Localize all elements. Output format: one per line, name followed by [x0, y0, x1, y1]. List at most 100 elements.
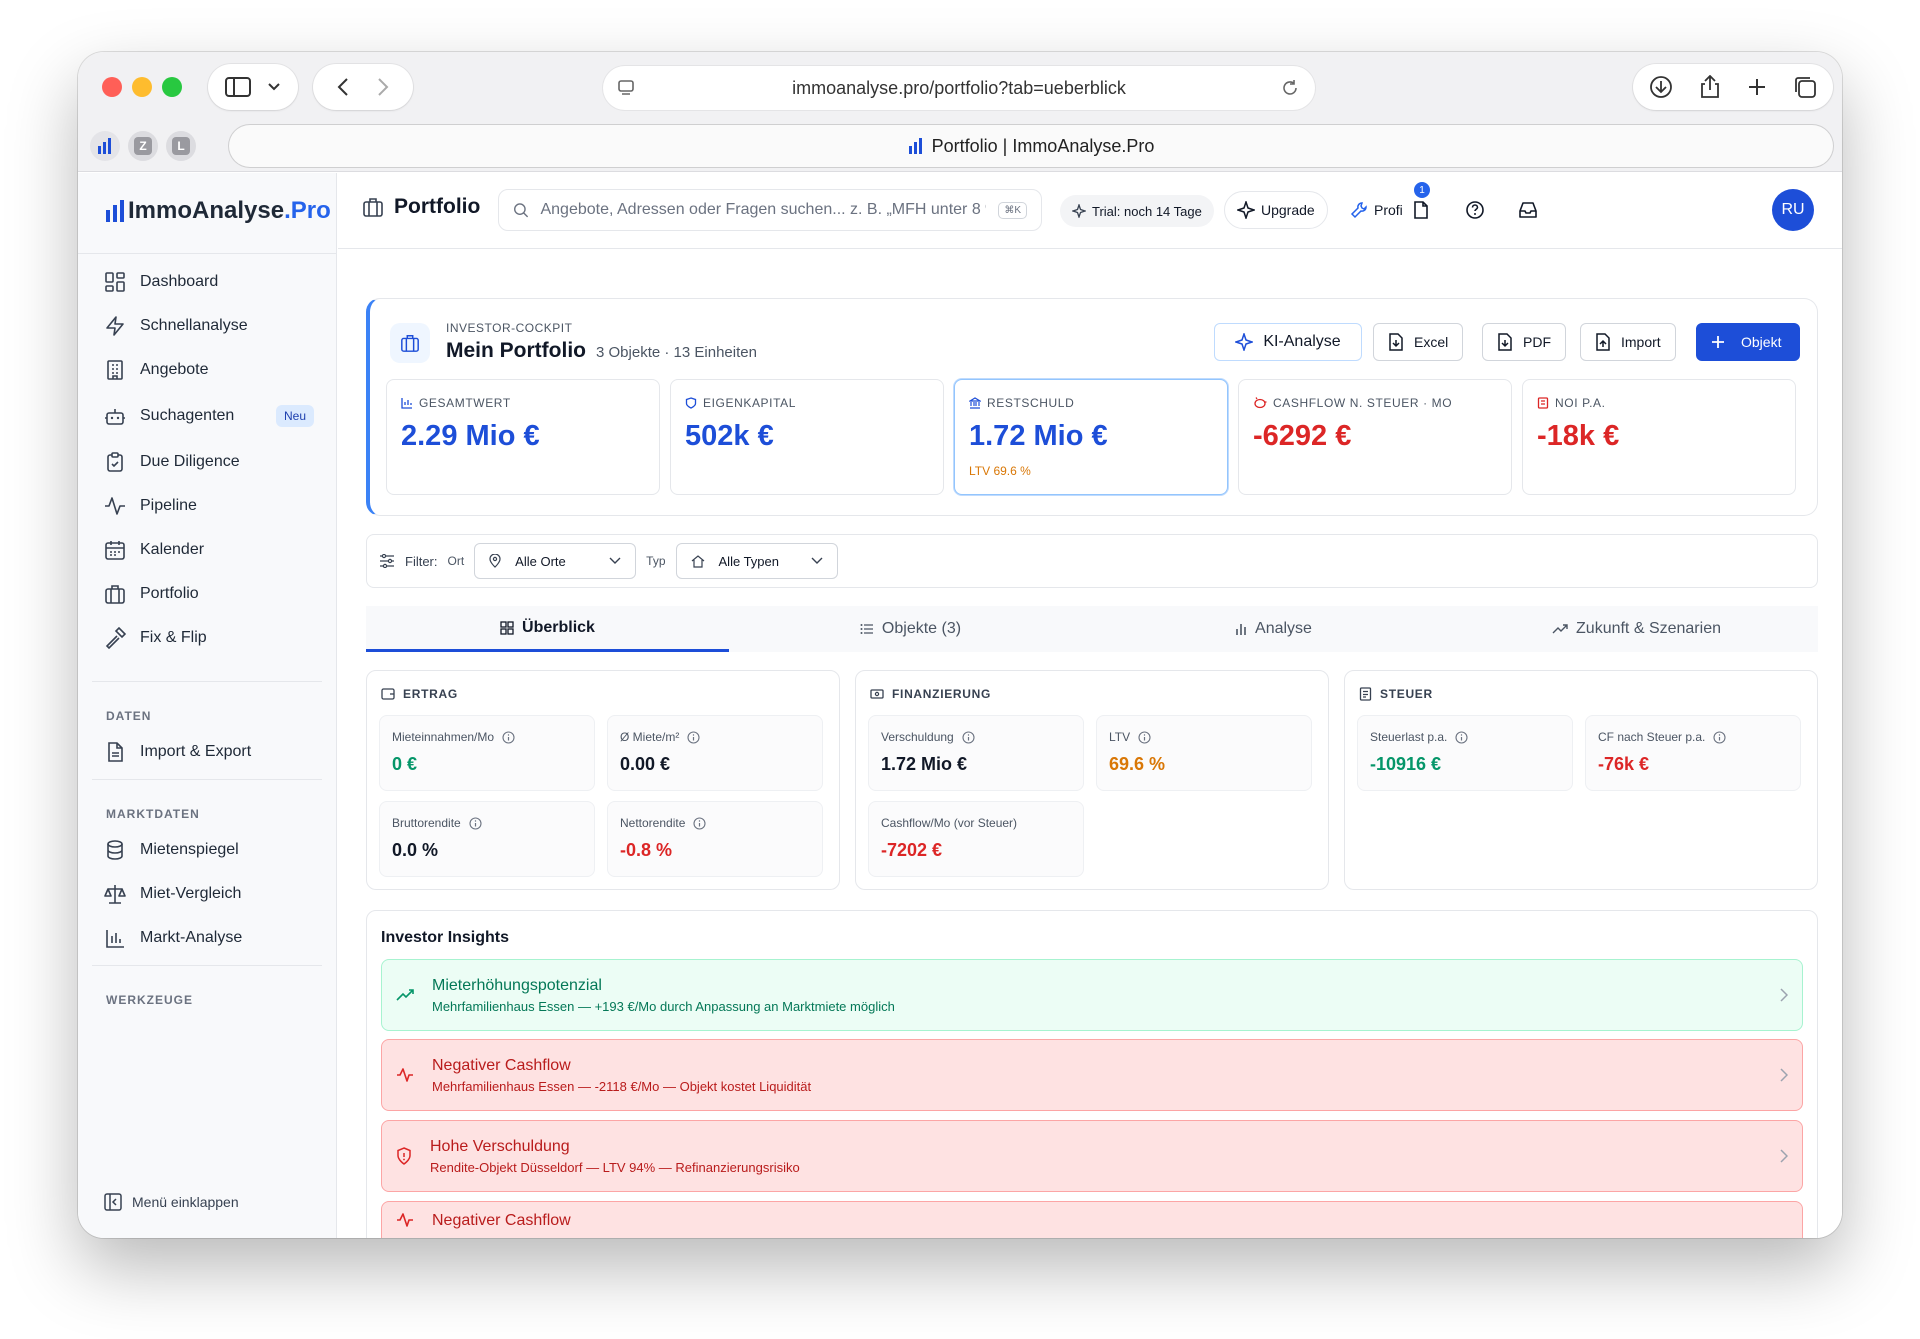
file-download-icon: [1389, 333, 1403, 351]
kpi-gesamtwert[interactable]: GESAMTWERT 2.29 Mio €: [386, 379, 660, 495]
insight-desc: Rendite-Objekt Düsseldorf — LTV 94% — Re…: [430, 1159, 800, 1175]
sidebar-item-fix-flip[interactable]: Fix & Flip: [104, 623, 314, 653]
sidebar-item-mietenspiegel[interactable]: Mietenspiegel: [104, 835, 314, 865]
building-icon: [107, 360, 123, 380]
file-icon: [108, 742, 123, 762]
calendar-icon: [105, 541, 125, 560]
sidebar-item-miet-vergleich[interactable]: Miet-Vergleich: [104, 879, 314, 909]
close-window-button[interactable]: [102, 77, 122, 97]
divider: [92, 965, 322, 966]
info-icon[interactable]: [1138, 730, 1151, 744]
sidebar-item-schnellanalyse[interactable]: Schnellanalyse: [104, 311, 314, 341]
reload-icon[interactable]: [1281, 79, 1299, 97]
back-arrow-icon[interactable]: [337, 77, 349, 97]
info-icon[interactable]: [1455, 730, 1468, 744]
upgrade-button[interactable]: Upgrade: [1224, 191, 1328, 229]
trial-badge[interactable]: Trial: noch 14 Tage: [1060, 195, 1214, 227]
sidebar-item-label: Import & Export: [140, 743, 252, 760]
sidebar-item-label: Kalender: [140, 541, 205, 558]
insight-item[interactable]: Mieterhöhungspotenzial Mehrfamilienhaus E…: [381, 959, 1803, 1031]
tab-objekte[interactable]: Objekte (3): [729, 606, 1092, 652]
sidebar-item-angebote[interactable]: Angebote: [104, 355, 314, 385]
page-settings-icon[interactable]: [617, 79, 635, 97]
sidebar-item-label: Angebote: [140, 361, 209, 378]
add-objekt-button[interactable]: Objekt: [1696, 323, 1800, 361]
favorite-immoanalyse[interactable]: [90, 131, 120, 161]
sidebar-item-suchagenten[interactable]: Suchagenten Neu: [104, 401, 314, 431]
chevron-right-icon: [1780, 1149, 1788, 1163]
sidebar-item-label: Suchagenten: [140, 407, 235, 424]
sidebar-item-label: Due Diligence: [140, 453, 240, 470]
favorite-z[interactable]: Z: [128, 131, 158, 161]
chevron-right-icon: [1780, 1068, 1788, 1082]
section-label-werkzeuge: WERKZEUGE: [106, 993, 193, 1007]
info-icon[interactable]: [962, 730, 975, 744]
kpi-restschuld[interactable]: RESTSCHULD 1.72 Mio € LTV 69.6 %: [954, 379, 1228, 495]
bolt-icon: [106, 316, 124, 336]
sidebar-item-label: Mietenspiegel: [140, 841, 239, 858]
insight-item[interactable]: Negativer Cashflow Mehrfamilienhaus Essen…: [381, 1039, 1803, 1111]
favorite-l[interactable]: L: [166, 131, 196, 161]
metric-cf-nach-steuer: CF nach Steuer p.a. -76k €: [1585, 715, 1801, 791]
tab-analyse[interactable]: Analyse: [1092, 606, 1455, 652]
search-input[interactable]: Angebote, Adressen oder Fragen suchen...…: [498, 189, 1042, 231]
kpi-cashflow[interactable]: CASHFLOW N. STEUER · MO -6292 €: [1238, 379, 1512, 495]
browser-tab-active[interactable]: Portfolio | ImmoAnalyse.Pro: [229, 125, 1833, 167]
sidebar-item-pipeline[interactable]: Pipeline: [104, 491, 314, 521]
tab-ueberblick[interactable]: Überblick: [366, 606, 729, 652]
bank-icon: [969, 397, 981, 409]
maximize-window-button[interactable]: [162, 77, 182, 97]
sidebar-item-portfolio[interactable]: Portfolio: [104, 579, 314, 609]
info-icon[interactable]: [693, 816, 706, 830]
sidebar-item-import-export[interactable]: Import & Export: [104, 737, 314, 767]
banknote-icon: [870, 689, 884, 699]
info-icon[interactable]: [469, 816, 482, 830]
info-icon[interactable]: [1713, 730, 1726, 744]
info-icon[interactable]: [502, 730, 515, 744]
forward-arrow-icon[interactable]: [377, 77, 389, 97]
info-icon[interactable]: [687, 730, 700, 744]
address-bar[interactable]: immoanalyse.pro/portfolio?tab=ueberblick: [603, 66, 1315, 110]
import-button[interactable]: Import: [1580, 323, 1676, 361]
sidebar-item-markt-analyse[interactable]: Markt-Analyse: [104, 923, 314, 953]
inbox-button[interactable]: [1508, 191, 1548, 229]
share-icon[interactable]: [1699, 75, 1721, 99]
notification-count-badge: 1: [1414, 182, 1430, 198]
inbox-icon: [1519, 202, 1537, 218]
download-icon[interactable]: [1649, 75, 1673, 99]
card-finanzierung: FINANZIERUNG Verschuldung 1.72 Mio € LTV…: [855, 670, 1329, 890]
file-download-icon: [1498, 333, 1512, 351]
insight-item[interactable]: Hohe Verschuldung Rendite-Objekt Düsseldo…: [381, 1120, 1803, 1192]
receipt-icon: [1359, 687, 1372, 701]
desktop: immoanalyse.pro/portfolio?tab=ueberblick…: [0, 0, 1920, 1339]
tab-zukunft[interactable]: Zukunft & Szenarien: [1455, 606, 1818, 652]
bar-chart-icon: [1236, 624, 1246, 635]
insights-title: Investor Insights: [381, 929, 510, 946]
search-placeholder: Angebote, Adressen oder Fragen suchen...…: [540, 201, 986, 218]
home-icon: [691, 555, 704, 568]
sidebar-item-label: Markt-Analyse: [140, 929, 243, 946]
kpi-noi[interactable]: NOI P.A. -18k €: [1522, 379, 1796, 495]
sidebar-icon: [225, 77, 251, 97]
excel-export-button[interactable]: Excel: [1373, 323, 1464, 361]
divider: [92, 681, 322, 682]
collapse-menu-button[interactable]: Menü einklappen: [104, 1193, 239, 1211]
tab-overview-icon[interactable]: [1793, 75, 1817, 99]
ki-analyse-button[interactable]: KI-Analyse: [1214, 323, 1362, 361]
sidebar-item-due-diligence[interactable]: Due Diligence: [104, 447, 314, 477]
ort-select[interactable]: Alle Orte: [474, 543, 637, 579]
pdf-export-button[interactable]: PDF: [1482, 323, 1566, 361]
sidebar-toggle-button[interactable]: [208, 64, 298, 110]
sidebar-item-label: Miet-Vergleich: [140, 885, 242, 902]
new-tab-icon[interactable]: [1747, 77, 1767, 97]
grid-icon: [500, 620, 514, 635]
typ-select[interactable]: Alle Typen: [675, 543, 838, 579]
insight-item[interactable]: Negativer Cashflow: [381, 1201, 1803, 1238]
sidebar-item-dashboard[interactable]: Dashboard: [104, 267, 314, 297]
minimize-window-button[interactable]: [132, 77, 152, 97]
user-avatar[interactable]: RU: [1772, 189, 1814, 231]
kpi-eigenkapital[interactable]: EIGENKAPITAL 502k €: [670, 379, 944, 495]
help-button[interactable]: [1455, 191, 1495, 229]
sidebar-item-kalender[interactable]: Kalender: [104, 535, 314, 565]
app-logo[interactable]: ImmoAnalyse.Pro: [106, 197, 331, 225]
